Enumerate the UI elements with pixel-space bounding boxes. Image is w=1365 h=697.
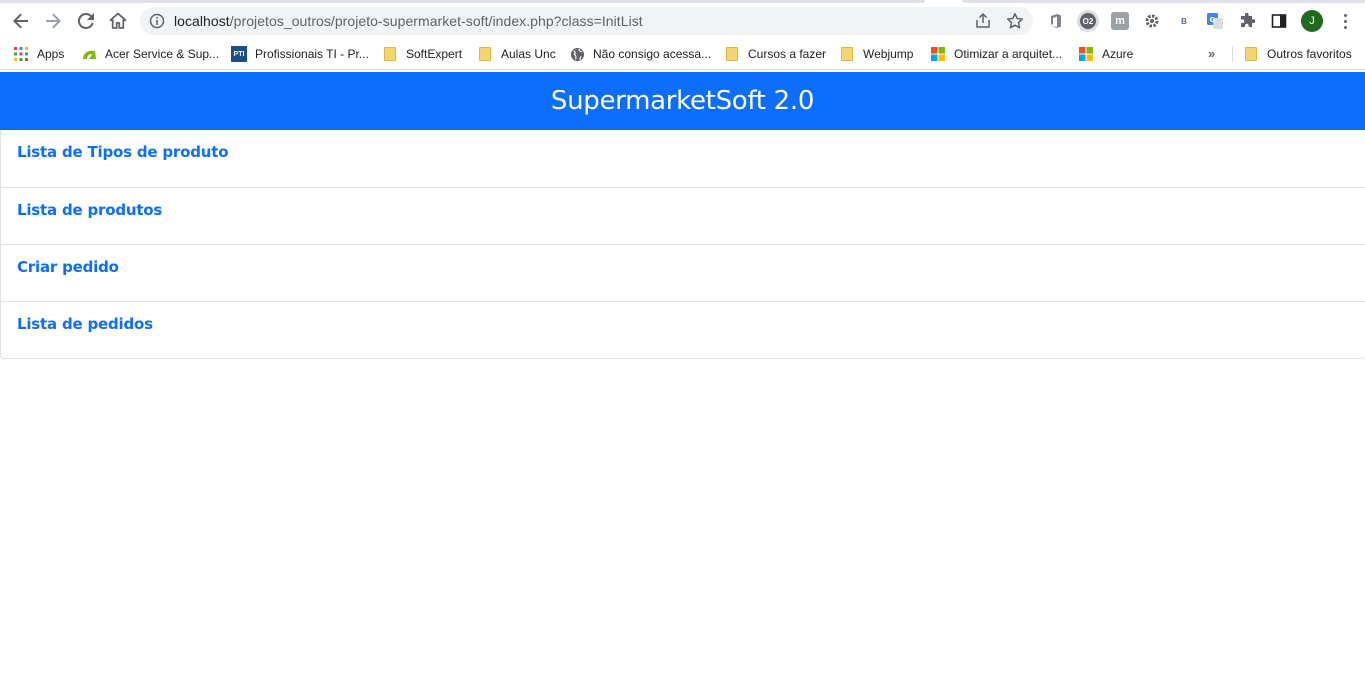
bookmark-softexpert[interactable]: SoftExpert — [382, 44, 462, 64]
translate-extension-icon[interactable]: G — [1206, 12, 1224, 30]
bookmarks-bar: Apps Acer Service & Sup... PTI Profissio… — [0, 38, 1365, 70]
bookmark-aulas-unc[interactable]: Aulas Unc — [477, 44, 556, 64]
folder-icon — [382, 46, 398, 62]
bookmark-apps[interactable]: Apps — [13, 44, 64, 64]
address-bar[interactable]: localhost/projetos_outros/projeto-superm… — [140, 7, 1033, 35]
app-header: SupermarketSoft 2.0 — [0, 72, 1365, 130]
list-item: Lista de pedidos — [1, 301, 1365, 358]
url-host: localhost — [174, 13, 230, 29]
globe-icon — [569, 46, 585, 62]
info-icon[interactable] — [149, 13, 165, 29]
folder-icon — [839, 46, 855, 62]
arrow-left-icon — [13, 13, 28, 29]
bookmark-nao-consigo[interactable]: Não consigo acessa... — [569, 44, 711, 64]
arrow-right-icon — [46, 13, 61, 29]
active-tab-edge — [0, 0, 925, 3]
bookmark-cursos-a-fazer[interactable]: Cursos a fazer — [724, 44, 826, 64]
home-icon — [109, 12, 127, 29]
folder-icon — [477, 46, 493, 62]
folder-icon — [724, 46, 740, 62]
gear-extension-icon[interactable] — [1143, 12, 1161, 30]
profile-avatar[interactable]: J — [1301, 10, 1323, 32]
page-title: SupermarketSoft 2.0 — [550, 86, 815, 116]
list-item: Lista de Tipos de produto — [1, 130, 1365, 187]
m-extension-icon[interactable]: m — [1111, 12, 1129, 30]
reload-icon — [78, 13, 94, 29]
folder-icon — [1243, 46, 1259, 62]
browser-menu-button[interactable] — [1335, 10, 1355, 32]
share-icon[interactable] — [974, 12, 992, 30]
acer-icon — [81, 46, 97, 62]
browser-toolbar: localhost/projetos_outros/projeto-superm… — [0, 4, 1365, 38]
b-extension-icon[interactable]: B — [1175, 12, 1193, 30]
bookmarks-divider — [1232, 46, 1233, 62]
inactive-tab-edge — [962, 0, 1365, 3]
o2-extension-icon[interactable]: O2 — [1077, 10, 1099, 32]
url-text[interactable]: localhost/projetos_outros/projeto-superm… — [174, 13, 643, 29]
puzzle-extensions-icon[interactable] — [1238, 12, 1256, 30]
microsoft-icon — [1078, 46, 1094, 62]
apps-grid-icon — [13, 46, 29, 62]
url-path: /projetos_outros/projeto-supermarket-sof… — [229, 13, 643, 29]
home-button[interactable] — [105, 8, 131, 34]
list-item: Lista de produtos — [1, 187, 1365, 244]
link-lista-produtos[interactable]: Lista de produtos — [17, 201, 162, 219]
menu-list: Lista de Tipos de produto Lista de produ… — [0, 130, 1365, 359]
bookmark-acer[interactable]: Acer Service & Sup... — [81, 44, 219, 64]
back-button[interactable] — [8, 8, 34, 34]
bookmark-star-icon[interactable] — [1006, 12, 1024, 30]
microsoft-icon — [930, 46, 946, 62]
svg-text:G: G — [1210, 16, 1216, 24]
pti-icon: PTI — [231, 46, 247, 62]
bookmark-profissionais-ti[interactable]: PTI Profissionais TI - Pr... — [231, 44, 369, 64]
side-panel-icon[interactable] — [1270, 12, 1288, 30]
bookmark-webjump[interactable]: Webjump — [839, 44, 913, 64]
link-lista-tipos-produto[interactable]: Lista de Tipos de produto — [17, 143, 229, 161]
more-bookmarks-chevron-icon[interactable]: » — [1208, 46, 1215, 61]
reload-button[interactable] — [73, 8, 99, 34]
bookmark-otimizar[interactable]: Otimizar a arquitet... — [930, 44, 1062, 64]
bookmark-azure[interactable]: Azure — [1078, 44, 1133, 64]
list-item: Criar pedido — [1, 244, 1365, 301]
link-criar-pedido[interactable]: Criar pedido — [17, 258, 119, 276]
bookmark-outros-favoritos[interactable]: Outros favoritos — [1243, 44, 1352, 64]
forward-button[interactable] — [40, 8, 66, 34]
link-lista-pedidos[interactable]: Lista de pedidos — [17, 315, 153, 333]
office-extension-icon[interactable] — [1047, 12, 1065, 30]
